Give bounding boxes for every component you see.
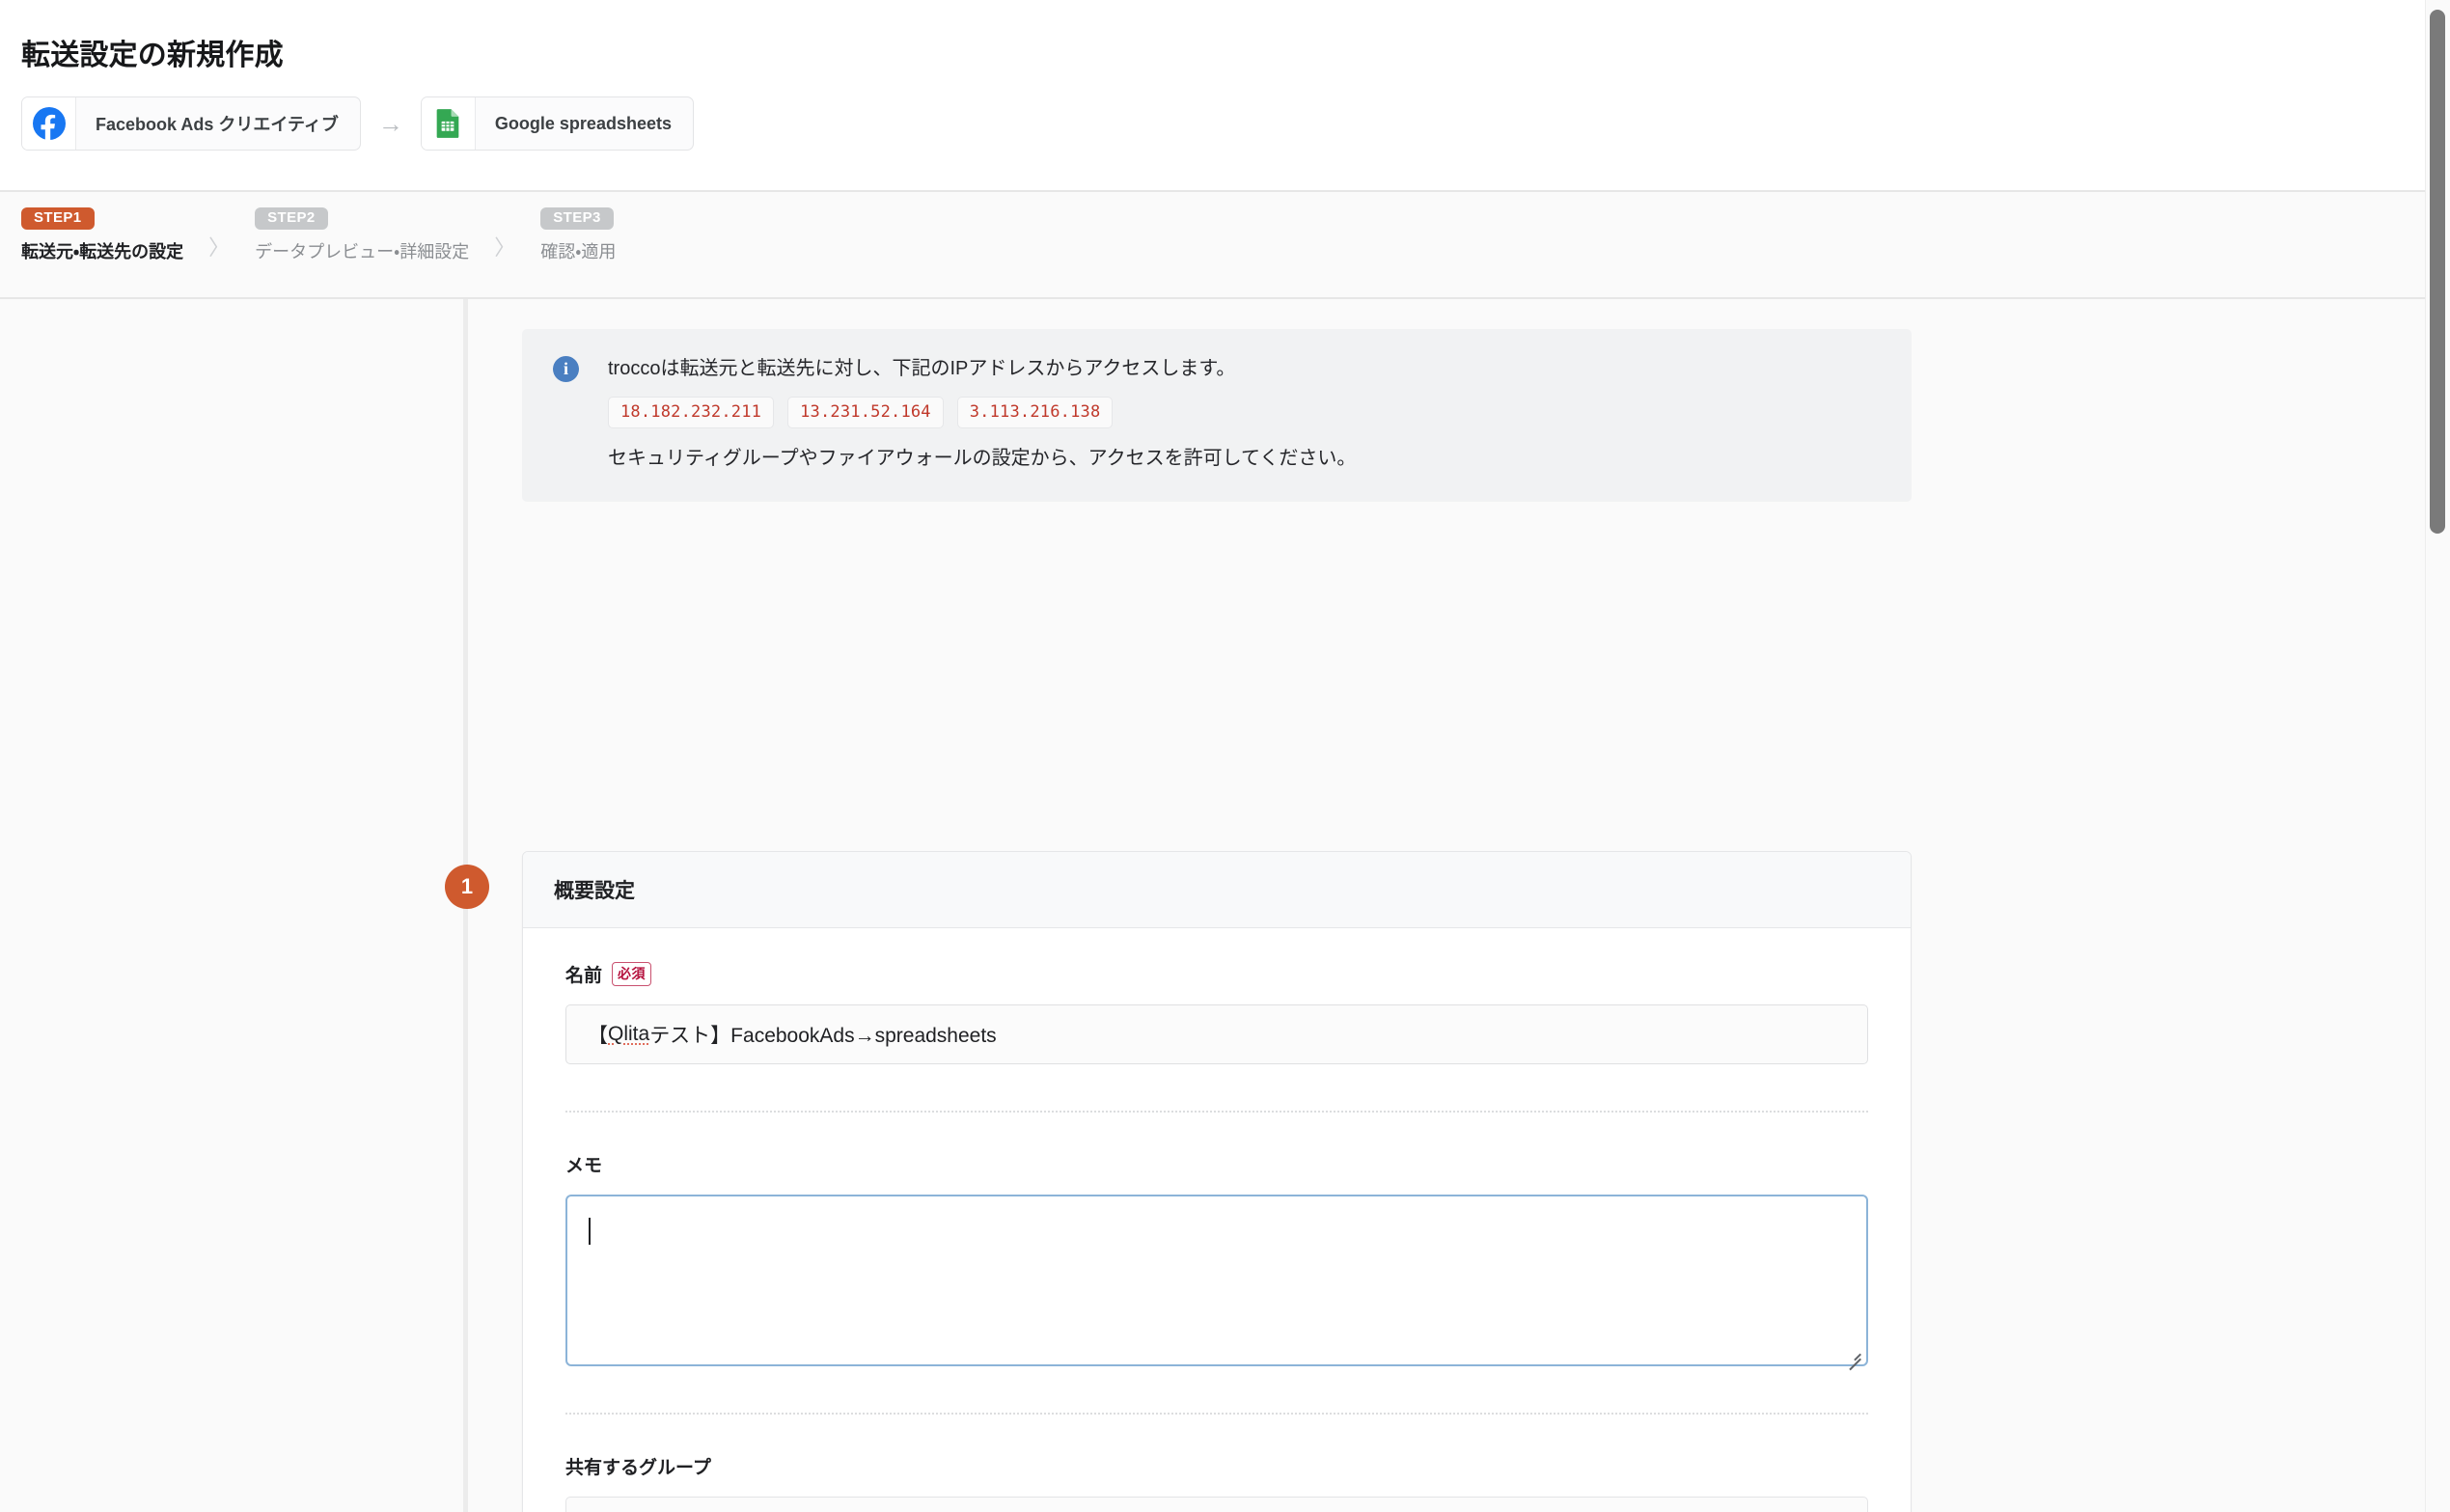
name-label-row: 名前 必須 — [565, 961, 1868, 987]
section-number-badge: 1 — [445, 865, 489, 909]
share-group-field-group: 共有するグループ グループには共有しない 所属するグループがある場合、そのグルー… — [565, 1453, 1868, 1512]
step-chevron-icon-2: 〉 — [494, 234, 516, 260]
name-value-prefix: 【 — [588, 1025, 608, 1047]
share-group-select[interactable]: グループには共有しない — [565, 1497, 1868, 1512]
required-badge: 必須 — [612, 962, 652, 986]
page-title: 転送設定の新規作成 — [21, 40, 284, 71]
google-sheets-icon — [421, 97, 476, 150]
step-item-1[interactable]: STEP1 転送元・転送先の設定 — [21, 207, 183, 263]
text-caret — [589, 1218, 591, 1245]
step-item-3[interactable]: STEP3 確認・適用 — [540, 207, 616, 263]
ip-address-chip: 13.231.52.164 — [787, 397, 944, 428]
step-badge-3: STEP3 — [540, 207, 614, 230]
name-value-spellchecked: Qlita — [608, 1023, 650, 1045]
ip-address-chip: 18.182.232.211 — [608, 397, 775, 428]
connector-row: Facebook Ads クリエイティブ → Google spreadshee… — [21, 96, 2450, 151]
facebook-icon — [22, 97, 76, 150]
destination-connector-label: Google spreadsheets — [494, 113, 672, 133]
notice-line-2: セキュリティグループやファイアウォールの設定から、アクセスを許可してください。 — [608, 448, 1357, 469]
step-label-2: データプレビュー・詳細設定 — [255, 241, 470, 261]
step-chevron-icon-1: 〉 — [208, 234, 231, 260]
step-item-2[interactable]: STEP2 データプレビュー・詳細設定 — [255, 207, 469, 263]
step-badge-1: STEP1 — [21, 207, 95, 230]
source-connector-chip[interactable]: Facebook Ads クリエイティブ — [21, 96, 361, 151]
name-field-group: 名前 必須 【Qlita テスト】FacebookAds→spreadsheets — [565, 961, 1868, 1089]
vertical-scrollbar[interactable] — [2425, 0, 2450, 1512]
resize-handle-icon[interactable] — [1845, 1343, 1862, 1371]
card-title: 概要設定 — [523, 852, 1911, 928]
info-icon: i — [553, 356, 579, 382]
ip-address-chip: 3.113.216.138 — [956, 397, 1114, 428]
name-value-suffix: テスト】FacebookAds→spreadsheets — [649, 1025, 997, 1047]
ip-address-list: 18.182.232.211 13.231.52.164 3.113.216.1… — [608, 397, 1356, 428]
destination-connector-chip[interactable]: Google spreadsheets — [420, 96, 694, 151]
step-label-3: 確認・適用 — [540, 241, 617, 261]
page-header: 転送設定の新規作成 Facebook Ads クリエイティブ → Google … — [0, 0, 2450, 192]
step-label-1: 転送元・転送先の設定 — [21, 241, 184, 261]
name-label: 名前 — [565, 966, 603, 986]
step-progress-bar: STEP1 転送元・転送先の設定 〉 STEP2 データプレビュー・詳細設定 〉… — [0, 192, 2450, 299]
name-input[interactable]: 【Qlita テスト】FacebookAds→spreadsheets — [565, 1004, 1868, 1064]
main-content: i troccoは転送元と転送先に対し、下記のIPアドレスからアクセスします。 … — [0, 299, 2450, 1512]
memo-field-group: メモ — [565, 1151, 1868, 1391]
connector-arrow-icon: → — [377, 109, 403, 138]
page-root: 転送設定の新規作成 Facebook Ads クリエイティブ → Google … — [0, 0, 2450, 1512]
memo-label: メモ — [565, 1156, 603, 1176]
ip-address-notice: i troccoは転送元と転送先に対し、下記のIPアドレスからアクセスします。 … — [522, 329, 1912, 502]
share-group-label: 共有するグループ — [565, 1458, 711, 1478]
scrollbar-thumb[interactable] — [2430, 10, 2445, 534]
source-connector-label: Facebook Ads クリエイティブ — [96, 115, 339, 134]
memo-textarea[interactable] — [565, 1195, 1868, 1371]
step-badge-2: STEP2 — [255, 207, 328, 230]
overview-settings-card: 概要設定 名前 必須 【Qlita テスト】FacebookAds→spreads… — [522, 851, 1912, 1512]
notice-line-1: troccoは転送元と転送先に対し、下記のIPアドレスからアクセスします。 — [608, 358, 1236, 379]
